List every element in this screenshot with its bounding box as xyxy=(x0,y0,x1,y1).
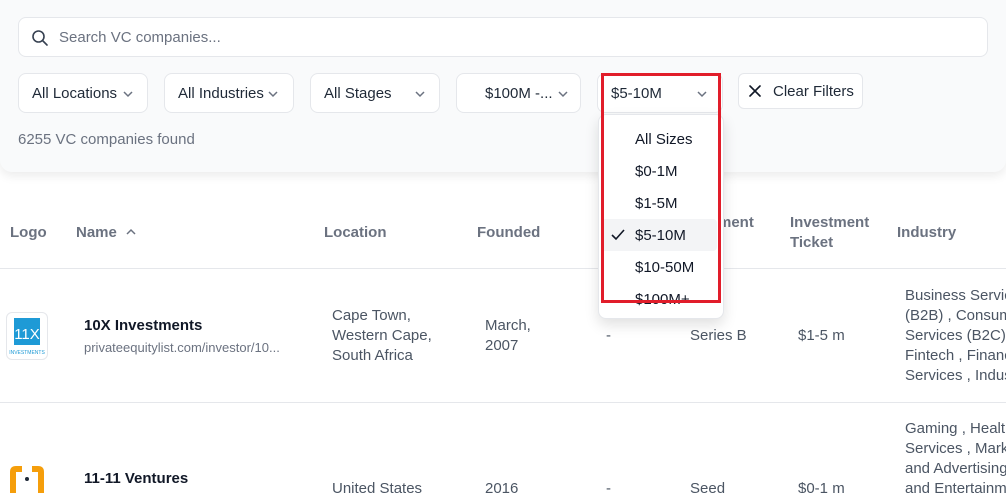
industry-line: and Advertising xyxy=(905,460,1006,477)
size-option-all[interactable]: All Sizes xyxy=(599,123,723,155)
size-select-label: $5-10M xyxy=(611,84,662,102)
industry-line: and Entertainm xyxy=(905,480,1006,493)
industry-line: Business Servic xyxy=(905,287,1006,304)
industry-line: Services (B2C) xyxy=(905,327,1006,344)
aum-select-label: $100M -... xyxy=(485,84,553,102)
industry-line: (B2B) , Consum xyxy=(905,307,1006,324)
company-name[interactable]: 11-11 Ventures xyxy=(84,469,188,489)
search-input[interactable] xyxy=(59,18,959,56)
chevron-down-icon xyxy=(558,91,568,98)
size-option-5-10m[interactable]: $5-10M xyxy=(601,219,717,251)
company-logo: 11X INVESTMENTS xyxy=(6,312,48,360)
check-icon xyxy=(611,229,625,241)
stage-select-label: All Stages xyxy=(324,84,392,102)
company-founded: March, 2007 xyxy=(485,316,531,356)
location-line: Western Cape, xyxy=(332,327,432,344)
company-location: Cape Town, Western Cape, South Africa xyxy=(332,306,432,366)
divider xyxy=(0,402,1006,403)
chevron-down-icon xyxy=(697,91,707,98)
company-ticket: $0-1 m xyxy=(798,480,845,493)
column-header-founded: Founded xyxy=(477,224,541,241)
column-header-location: Location xyxy=(324,224,387,241)
column-header-name[interactable]: Name xyxy=(76,223,137,243)
chevron-down-icon xyxy=(415,91,425,98)
logo-subtext: INVESTMENTS xyxy=(9,350,45,356)
stage-select[interactable]: All Stages xyxy=(310,73,440,113)
aum-select[interactable]: $100M -... xyxy=(456,73,581,113)
company-industry: Gaming , Health Services , Mark and Adve… xyxy=(905,419,1006,493)
founded-line: 2007 xyxy=(485,337,519,354)
location-line: Cape Town, xyxy=(332,307,411,324)
column-header-investment-ticket-line1: Investment xyxy=(790,214,870,231)
close-icon xyxy=(749,85,761,97)
size-option-label: $5-10M xyxy=(635,226,686,244)
size-option-10-50m[interactable]: $10-50M xyxy=(599,251,723,283)
company-founded: 2016 xyxy=(485,480,519,493)
location-line: South Africa xyxy=(332,347,413,364)
industry-line: Services , Mark xyxy=(905,440,1006,457)
clear-filters-button[interactable]: Clear Filters xyxy=(738,73,863,109)
clear-filters-label: Clear Filters xyxy=(773,82,854,100)
location-select-label: All Locations xyxy=(32,84,118,102)
company-location: United States xyxy=(332,480,423,493)
divider xyxy=(0,268,1006,269)
size-dropdown-menu: All Sizes $0-1M $1-5M $5-10M $10-50M $10… xyxy=(598,114,724,319)
size-option-1-5m[interactable]: $1-5M xyxy=(599,187,723,219)
company-stage: Series B xyxy=(690,327,747,344)
company-ticket: $1-5 m xyxy=(798,327,845,344)
empty-cell: - xyxy=(606,480,611,493)
company-stage: Seed xyxy=(690,480,726,493)
industry-select[interactable]: All Industries xyxy=(164,73,294,113)
industry-line: Services , Indus xyxy=(905,367,1006,384)
column-header-investment-ticket: Investment Ticket xyxy=(790,213,869,253)
industry-select-label: All Industries xyxy=(178,84,264,102)
search-icon xyxy=(32,30,48,46)
company-url[interactable]: privateequitylist.com/investor/10... xyxy=(84,338,280,358)
size-select[interactable]: $5-10M xyxy=(597,73,723,113)
company-name[interactable]: 10X Investments xyxy=(84,316,202,336)
column-header-logo: Logo xyxy=(10,224,47,241)
chevron-down-icon xyxy=(268,91,278,98)
filter-panel: All Locations All Industries All Stages … xyxy=(0,0,1006,172)
industry-line: Fintech , Financ xyxy=(905,347,1006,364)
chevron-down-icon xyxy=(123,91,133,98)
size-option-0-1m[interactable]: $0-1M xyxy=(599,155,723,187)
column-header-industry: Industry xyxy=(897,224,957,241)
column-header-name-label: Name xyxy=(76,224,117,241)
industry-line: Gaming , Health xyxy=(905,420,1006,437)
location-select[interactable]: All Locations xyxy=(18,73,148,113)
sort-ascending-icon xyxy=(126,228,136,235)
founded-line: March, xyxy=(485,317,531,334)
company-industry: Business Servic (B2B) , Consum Services … xyxy=(905,286,1006,386)
size-option-100m-plus[interactable]: $100M+ xyxy=(599,283,723,315)
company-logo xyxy=(6,462,48,493)
empty-cell: - xyxy=(606,327,611,344)
column-header-investment-ticket-line2: Ticket xyxy=(790,234,834,251)
results-count: 6255 VC companies found xyxy=(18,131,195,148)
search-box[interactable] xyxy=(18,17,988,57)
logo-text: 11X xyxy=(14,326,40,343)
